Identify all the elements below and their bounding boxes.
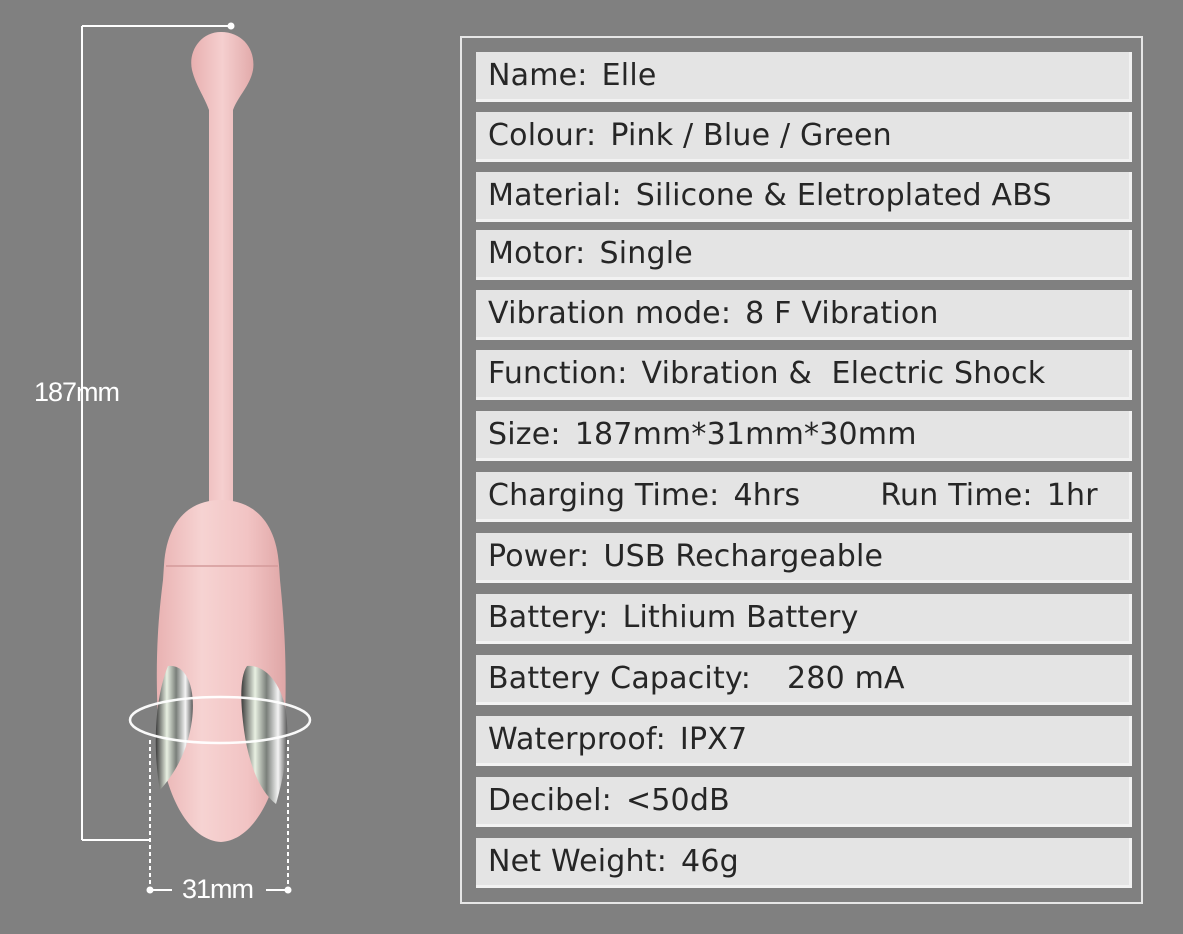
spec-label: Battery: bbox=[488, 600, 609, 635]
spec-label: Function: bbox=[488, 356, 628, 391]
spec-row-battery: Battery: Lithium Battery bbox=[476, 594, 1132, 644]
spec-value: Single bbox=[599, 236, 693, 271]
width-dimension-dot-left bbox=[146, 886, 154, 894]
spec-value: Silicone & Eletroplated ABS bbox=[635, 178, 1052, 213]
spec-row-decibel: Decibel: <50dB bbox=[476, 777, 1132, 827]
spec-label: Material: bbox=[488, 178, 622, 213]
spec-label: Net Weight: bbox=[488, 844, 668, 879]
width-dimension-dot-right bbox=[284, 886, 292, 894]
spec-value: Lithium Battery bbox=[622, 600, 859, 635]
spec-panel bbox=[460, 36, 1143, 904]
spec-row-name: Name: Elle bbox=[476, 52, 1132, 102]
spec-value: 280 mA bbox=[787, 661, 905, 696]
spec-label: Vibration mode: bbox=[488, 296, 732, 331]
spec-value: USB Rechargeable bbox=[603, 539, 884, 574]
length-label: 187mm bbox=[34, 377, 120, 407]
spec-row-material: Material: Silicone & Eletroplated ABS bbox=[476, 172, 1132, 222]
spec-row-battery-capacity: Battery Capacity: 280 mA bbox=[476, 655, 1132, 705]
spec-label: Decibel: bbox=[488, 783, 612, 818]
spec-value: 187mm*31mm*30mm bbox=[574, 417, 917, 452]
spec-label: Name: bbox=[488, 58, 588, 93]
spec-value: Pink / Blue / Green bbox=[610, 118, 892, 153]
spec-extra-label: Run Time: bbox=[880, 478, 1033, 513]
spec-label: Motor: bbox=[488, 236, 586, 271]
spec-row-power: Power: USB Rechargeable bbox=[476, 533, 1132, 583]
spec-value: 8 F Vibration bbox=[745, 296, 939, 331]
spec-row-colour: Colour: Pink / Blue / Green bbox=[476, 112, 1132, 162]
product-tail bbox=[191, 32, 254, 505]
spec-row-motor: Motor: Single bbox=[476, 230, 1132, 280]
spec-extra-value: 1hr bbox=[1046, 478, 1098, 513]
width-label: 31mm bbox=[182, 874, 254, 904]
spec-row-function: Function: Vibration & Electric Shock bbox=[476, 350, 1132, 400]
spec-row-size: Size: 187mm*31mm*30mm bbox=[476, 411, 1132, 461]
spec-label: Battery Capacity: bbox=[488, 661, 751, 696]
spec-value: Vibration & Electric Shock bbox=[641, 356, 1046, 391]
spec-row-charging-time: Charging Time: 4hrs Run Time: 1hr bbox=[476, 472, 1132, 522]
product-drawing bbox=[81, 22, 312, 894]
spec-label: Size: bbox=[488, 417, 561, 452]
product-illustration: 187mm 31mm bbox=[0, 0, 440, 934]
spec-value: IPX7 bbox=[679, 722, 748, 757]
spec-value: <50dB bbox=[625, 783, 730, 818]
spec-label: Waterproof: bbox=[488, 722, 666, 757]
length-dimension-dot bbox=[227, 22, 235, 30]
spec-value: 46g bbox=[681, 844, 739, 879]
spec-value: 4hrs bbox=[733, 478, 801, 513]
spec-label: Colour: bbox=[488, 118, 597, 153]
spec-label: Charging Time: bbox=[488, 478, 720, 513]
spec-row-net-weight: Net Weight: 46g bbox=[476, 838, 1132, 888]
spec-label: Power: bbox=[488, 539, 590, 574]
spec-row-vibration-mode: Vibration mode: 8 F Vibration bbox=[476, 290, 1132, 340]
spec-value: Elle bbox=[601, 58, 657, 93]
spec-row-waterproof: Waterproof: IPX7 bbox=[476, 716, 1132, 766]
